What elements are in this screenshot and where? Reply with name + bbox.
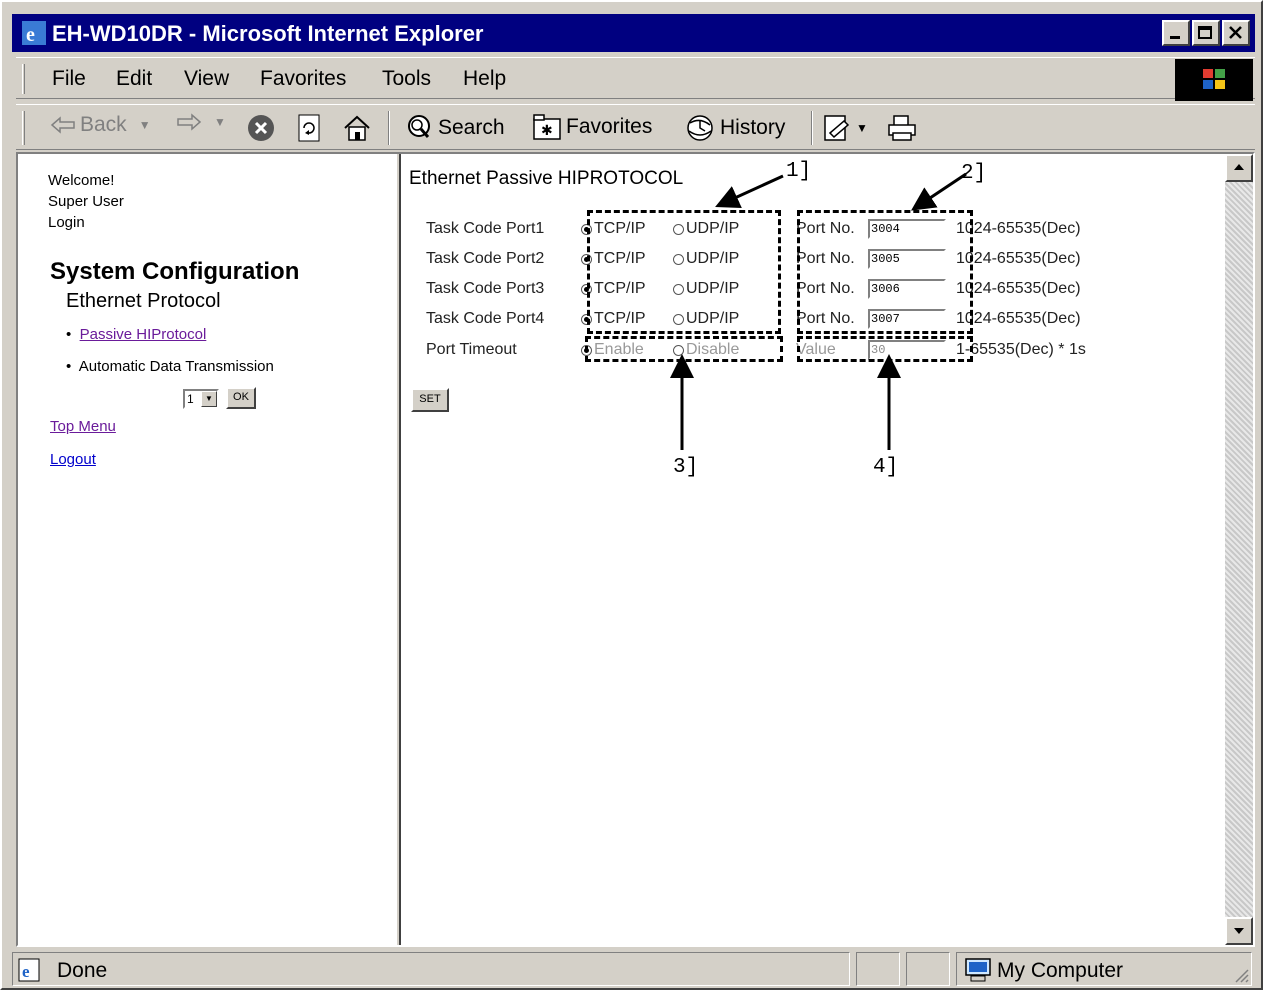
close-icon	[1229, 26, 1242, 39]
browser-content: Welcome! Super User Login System Configu…	[16, 152, 1255, 947]
scroll-up-icon	[1234, 164, 1244, 170]
history-label: History	[720, 116, 786, 139]
page-done-icon: e	[18, 958, 40, 982]
search-icon	[408, 115, 430, 138]
menu-favorites[interactable]: Favorites	[260, 67, 346, 91]
back-button[interactable]: Back ▼	[50, 113, 151, 137]
home-icon	[344, 115, 370, 141]
history-icon	[687, 115, 713, 141]
toolbar-grip	[22, 111, 25, 145]
menu-help[interactable]: Help	[463, 67, 506, 91]
section-title: System Configuration	[50, 258, 300, 285]
refresh-button[interactable]	[296, 113, 322, 143]
close-button[interactable]	[1222, 20, 1250, 46]
login-text: Login	[48, 214, 85, 231]
passive-hiprotocol-link[interactable]: Passive HIProtocol	[80, 326, 207, 343]
favorites-icon: ✱	[533, 114, 561, 140]
stop-icon	[248, 115, 274, 141]
mail-button[interactable]: ▼	[822, 113, 868, 143]
toolbar-separator-2	[811, 111, 813, 145]
menu-grip	[22, 64, 25, 94]
svg-text:e: e	[22, 962, 30, 981]
bullet-auto: • Automatic Data Transmission	[66, 358, 274, 375]
back-label: Back	[80, 113, 127, 136]
automatic-data-transmission-text: Automatic Data Transmission	[78, 358, 274, 375]
back-dropdown-icon[interactable]: ▼	[139, 118, 151, 132]
windows-flag-icon	[1203, 69, 1225, 89]
search-label: Search	[438, 116, 505, 139]
menu-file[interactable]: File	[52, 67, 86, 91]
print-icon	[888, 115, 916, 141]
browser-window: e EH-WD10DR - Microsoft Internet Explore…	[0, 0, 1263, 990]
port-select[interactable]: 1 ▼	[183, 389, 219, 409]
favorites-button[interactable]: ✱ Favorites	[532, 113, 652, 141]
title-bar: e EH-WD10DR - Microsoft Internet Explore…	[12, 14, 1255, 52]
arrow-1-icon	[715, 174, 784, 208]
standard-toolbar: Back ▼ ▼ Search ✱ Favorites History ▼	[16, 104, 1255, 150]
status-panel-zone: My Computer	[956, 952, 1252, 986]
toolbar-separator	[388, 111, 390, 145]
mail-dropdown-icon[interactable]: ▼	[856, 121, 868, 135]
minimize-icon	[1170, 36, 1180, 39]
mail-icon	[824, 115, 850, 141]
my-computer-icon	[965, 958, 991, 982]
status-text: Done	[57, 959, 108, 982]
callout-arrows	[670, 172, 967, 450]
set-button[interactable]: SET	[411, 388, 449, 412]
welcome-text: Welcome!	[48, 172, 115, 189]
history-button[interactable]: History	[684, 113, 785, 143]
scroll-down-icon	[1234, 928, 1244, 934]
ie-logo-icon: e	[22, 21, 46, 45]
print-button[interactable]	[886, 113, 918, 143]
home-button[interactable]	[342, 113, 372, 143]
stop-button[interactable]	[246, 113, 276, 143]
menu-bar: File Edit View Favorites Tools Help	[16, 57, 1255, 99]
main-frame: Ethernet Passive HIPROTOCOL Task Code Po…	[401, 154, 1225, 945]
scroll-down-button[interactable]	[1225, 917, 1253, 945]
favorites-label: Favorites	[566, 115, 653, 138]
back-arrow-icon	[50, 116, 75, 134]
minimize-button[interactable]	[1162, 20, 1190, 46]
arrow-2-icon	[911, 172, 967, 211]
top-menu-link[interactable]: Top Menu	[50, 418, 116, 435]
logout-link[interactable]: Logout	[50, 451, 96, 468]
svg-text:e: e	[26, 24, 35, 45]
status-panel-2	[856, 952, 900, 986]
ok-button[interactable]: OK	[226, 387, 256, 409]
left-navigation-frame: Welcome! Super User Login System Configu…	[18, 154, 396, 945]
zone-text: My Computer	[997, 959, 1124, 982]
refresh-icon	[298, 114, 320, 142]
window-title: EH-WD10DR - Microsoft Internet Explorer	[52, 21, 484, 46]
chevron-down-icon[interactable]: ▼	[201, 391, 217, 407]
maximize-icon	[1198, 26, 1212, 39]
svg-text:✱: ✱	[541, 122, 553, 138]
menu-view[interactable]: View	[184, 67, 229, 91]
subsection-title: Ethernet Protocol	[66, 290, 221, 312]
vertical-scrollbar[interactable]	[1225, 154, 1253, 945]
search-button[interactable]: Search	[404, 113, 505, 143]
status-panel-3	[906, 952, 950, 986]
scroll-up-button[interactable]	[1225, 154, 1253, 182]
forward-button[interactable]: ▼	[176, 113, 226, 131]
windows-logo-throbber	[1175, 59, 1253, 101]
port-select-value: 1	[187, 392, 194, 406]
menu-tools[interactable]: Tools	[382, 67, 431, 91]
resize-grip-icon[interactable]	[1233, 967, 1249, 983]
status-bar: e Done My Computer	[12, 952, 1255, 988]
forward-dropdown-icon[interactable]: ▼	[214, 115, 226, 129]
maximize-button[interactable]	[1192, 20, 1220, 46]
menu-edit[interactable]: Edit	[116, 67, 152, 91]
forward-arrow-icon	[177, 113, 202, 131]
user-role-text: Super User	[48, 193, 124, 210]
bullet-passive: • Passive HIProtocol	[66, 326, 207, 343]
status-panel-main: e Done	[12, 952, 850, 986]
